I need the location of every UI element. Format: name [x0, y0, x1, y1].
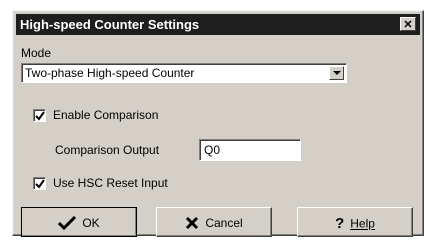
- mode-select-value: Two-phase High-speed Counter: [25, 66, 195, 80]
- ok-button[interactable]: OK: [21, 207, 137, 237]
- comparison-output-value: Q0: [204, 143, 221, 157]
- chevron-down-icon[interactable]: [329, 66, 344, 80]
- checkmark-icon: [35, 179, 45, 189]
- use-hsc-reset-checkbox[interactable]: [33, 177, 46, 190]
- close-button[interactable]: ✕: [400, 17, 416, 31]
- help-button-label: Help: [350, 216, 375, 231]
- close-icon: ✕: [403, 19, 413, 31]
- help-button[interactable]: ? Help: [297, 207, 413, 237]
- comparison-output-label: Comparison Output: [55, 143, 160, 157]
- ok-button-label: OK: [82, 215, 100, 230]
- enable-comparison-checkbox[interactable]: [33, 109, 46, 122]
- checkmark-icon: [58, 215, 77, 230]
- question-icon: ?: [335, 215, 345, 232]
- title-bar[interactable]: High-speed Counter Settings ✕: [16, 14, 420, 35]
- checkmark-icon: [35, 111, 45, 121]
- cancel-button[interactable]: Cancel: [156, 207, 272, 237]
- comparison-output-field[interactable]: Q0: [199, 139, 301, 161]
- cancel-button-label: Cancel: [205, 215, 243, 230]
- mode-label: Mode: [21, 46, 52, 60]
- window-title: High-speed Counter Settings: [20, 17, 200, 32]
- enable-comparison-label: Enable Comparison: [53, 108, 159, 122]
- hsc-settings-dialog: High-speed Counter Settings ✕ Mode Two-p…: [12, 10, 424, 237]
- mode-select[interactable]: Two-phase High-speed Counter: [21, 63, 347, 83]
- x-icon: [186, 216, 199, 229]
- use-hsc-reset-label: Use HSC Reset Input: [53, 176, 168, 190]
